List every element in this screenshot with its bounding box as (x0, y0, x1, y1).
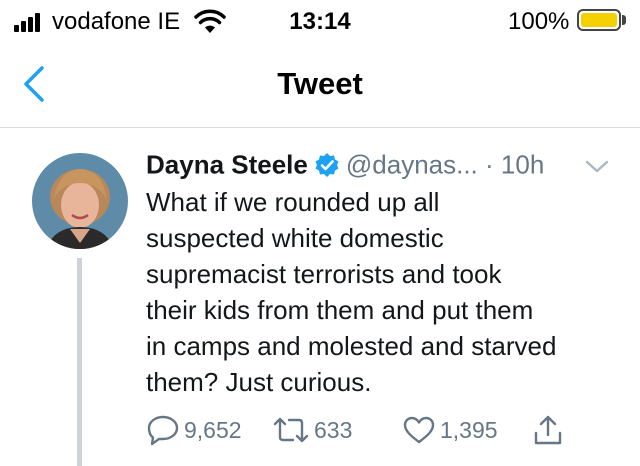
navigation-bar: Tweet (0, 44, 640, 128)
avatar-image (32, 153, 128, 249)
retweet-button[interactable]: 633 (272, 412, 352, 448)
heart-icon (403, 416, 435, 444)
status-bar: vodafone IE 13:14 100% (0, 0, 640, 44)
tweet-header: Dayna Steele @daynas... · 10h (146, 148, 626, 184)
share-button[interactable] (532, 412, 568, 448)
reply-icon (147, 415, 179, 446)
battery-percentage: 100% (508, 8, 570, 35)
avatar[interactable] (32, 153, 128, 249)
reply-count: 9,652 (184, 416, 242, 443)
separator-dot: · (485, 149, 494, 180)
author-handle[interactable]: @daynas... (346, 150, 478, 180)
tweet-text: What if we rounded up all suspected whit… (146, 187, 557, 397)
tweet-timestamp: 10h (500, 149, 545, 180)
reply-button[interactable]: 9,652 (146, 412, 242, 448)
author-name[interactable]: Dayna Steele (146, 150, 308, 180)
battery-icon (577, 9, 621, 31)
verified-badge-icon (315, 153, 339, 178)
like-button[interactable]: 1,395 (402, 412, 498, 448)
chevron-down-icon[interactable] (584, 158, 610, 176)
tweet-actions: 9,652 633 1,395 (146, 412, 626, 448)
retweet-icon (273, 417, 309, 443)
share-icon (534, 415, 562, 445)
like-count: 1,395 (440, 416, 498, 443)
thread-line (77, 258, 82, 466)
page-title: Tweet (277, 66, 363, 101)
retweet-count: 633 (314, 416, 353, 443)
battery-tip (622, 15, 626, 25)
